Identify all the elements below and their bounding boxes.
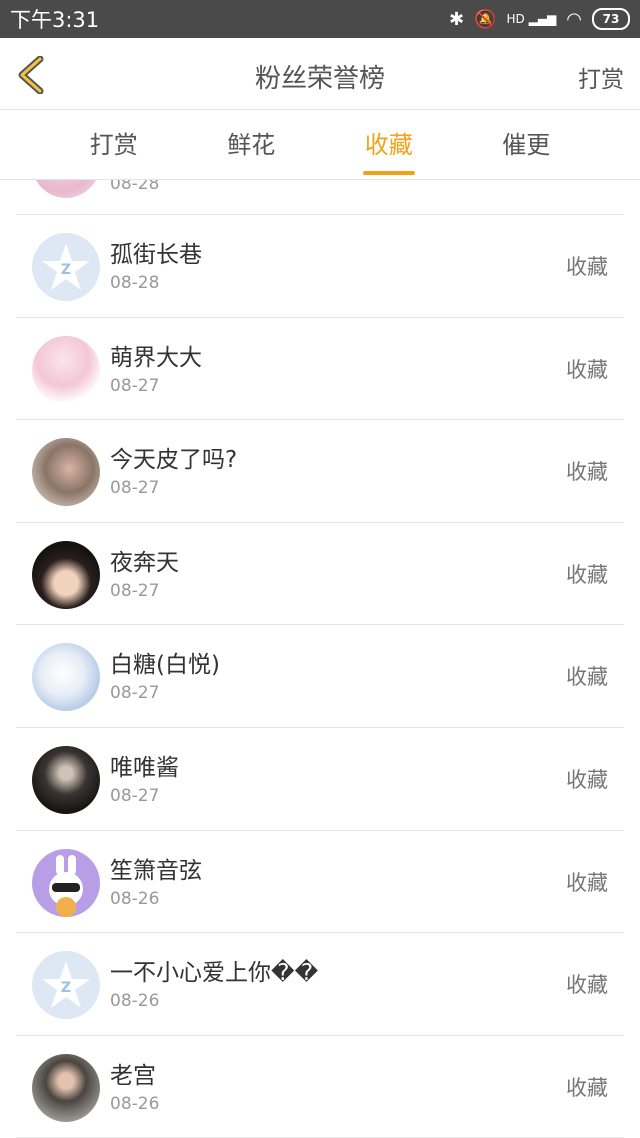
tab-flowers-label: 鲜花 bbox=[227, 131, 276, 159]
bunny-avatar-icon bbox=[49, 854, 83, 917]
tab-urge[interactable]: 催更 bbox=[458, 110, 596, 179]
list-item-date: 08-28 bbox=[110, 273, 160, 293]
avatar: Z bbox=[32, 233, 100, 301]
list-item-name: 孤街长巷 bbox=[110, 242, 202, 268]
list-item-name: 笙箫音弦 bbox=[110, 857, 202, 884]
list-item-name: 一不小心爱上你�� bbox=[110, 960, 319, 987]
avatar bbox=[32, 1053, 100, 1122]
list-item-date: 08-26 bbox=[110, 1093, 160, 1114]
tab-flowers[interactable]: 鲜花 bbox=[183, 110, 321, 179]
list-item[interactable]: 老宫 08-26 收藏 bbox=[16, 1036, 624, 1138]
list-item-date: 08-27 bbox=[110, 683, 160, 704]
tab-favorites-label: 收藏 bbox=[364, 131, 413, 159]
list-item-date: 08-26 bbox=[110, 888, 160, 909]
list-item[interactable]: 08-28 bbox=[16, 180, 624, 215]
list-item-action: 收藏 bbox=[566, 870, 608, 895]
top-navigation: 粉丝荣誉榜 打赏 bbox=[0, 38, 640, 110]
avatar bbox=[32, 540, 100, 609]
avatar bbox=[32, 745, 100, 814]
list-item-action: 收藏 bbox=[566, 973, 608, 998]
status-time: 下午3:31 bbox=[10, 8, 100, 32]
list-item-action: 收藏 bbox=[566, 255, 608, 279]
avatar bbox=[32, 438, 100, 507]
list-item-action: 收藏 bbox=[566, 1075, 608, 1100]
list-item-name: 唯唯酱 bbox=[110, 754, 179, 781]
list-item-date: 08-27 bbox=[110, 785, 160, 806]
avatar bbox=[32, 180, 100, 198]
list-item-action: 收藏 bbox=[566, 767, 608, 792]
list-item-action: 收藏 bbox=[566, 357, 608, 382]
avatar: Z bbox=[32, 951, 100, 1020]
fan-list: 08-28 Z 孤街长巷 08-28 收藏 萌界大大 08-27 收藏 今天皮了… bbox=[0, 180, 640, 1138]
list-item[interactable]: Z 孤街长巷 08-28 收藏 bbox=[16, 215, 624, 318]
list-item-action: 收藏 bbox=[566, 460, 608, 485]
default-avatar-icon: Z bbox=[42, 243, 90, 290]
list-item[interactable]: Z 一不小心爱上你�� 08-26 收藏 bbox=[16, 933, 624, 1036]
tab-tips-label: 打赏 bbox=[89, 131, 138, 159]
list-item[interactable]: 今天皮了吗? 08-27 收藏 bbox=[16, 420, 624, 523]
list-item-date: 08-28 bbox=[110, 180, 160, 194]
list-item[interactable]: 萌界大大 08-27 收藏 bbox=[16, 318, 624, 421]
list-item-name: 萌界大大 bbox=[110, 344, 202, 371]
tab-bar: 打赏 鲜花 收藏 催更 bbox=[0, 110, 640, 180]
list-item-name: 老宫 bbox=[110, 1062, 156, 1089]
list-item-action: 收藏 bbox=[566, 665, 608, 690]
avatar bbox=[32, 643, 100, 712]
list-item-date: 08-27 bbox=[110, 375, 160, 396]
svg-text:Z: Z bbox=[61, 980, 71, 996]
list-item-date: 08-27 bbox=[110, 580, 160, 601]
mute-icon: 🔕 bbox=[474, 8, 497, 30]
tab-tips[interactable]: 打赏 bbox=[45, 110, 183, 179]
list-item-date: 08-26 bbox=[110, 991, 160, 1012]
list-item-name: 今天皮了吗? bbox=[110, 447, 238, 474]
battery-level: 73 bbox=[602, 12, 620, 26]
avatar bbox=[32, 335, 100, 404]
bluetooth-icon: ✱ bbox=[449, 8, 465, 30]
wifi-icon: ◠ bbox=[566, 8, 582, 30]
battery-icon: 73 bbox=[592, 8, 630, 30]
status-bar: 下午3:31 ✱ 🔕 HD ▂▄▆ ◠ 73 bbox=[0, 0, 640, 38]
list-item[interactable]: 夜奔天 08-27 收藏 bbox=[16, 523, 624, 626]
list-item[interactable]: 唯唯酱 08-27 收藏 bbox=[16, 728, 624, 831]
svg-text:Z: Z bbox=[61, 262, 71, 278]
list-item[interactable]: 白糖(白悦) 08-27 收藏 bbox=[16, 625, 624, 728]
list-item-date: 08-27 bbox=[110, 478, 160, 499]
list-item-action: 收藏 bbox=[566, 562, 608, 587]
list-item-name: 白糖(白悦) bbox=[110, 652, 220, 679]
status-icons: ✱ 🔕 HD ▂▄▆ ◠ 73 bbox=[449, 8, 630, 30]
list-item[interactable]: 笙箫音弦 08-26 收藏 bbox=[16, 831, 624, 934]
tab-urge-label: 催更 bbox=[502, 131, 551, 159]
tip-button[interactable]: 打赏 bbox=[578, 60, 624, 94]
avatar bbox=[32, 848, 100, 917]
default-avatar-icon: Z bbox=[42, 961, 90, 1009]
signal-icon: HD ▂▄▆ bbox=[506, 12, 557, 26]
tab-indicator bbox=[362, 171, 415, 175]
list-item-name: 夜奔天 bbox=[110, 549, 179, 576]
tab-favorites[interactable]: 收藏 bbox=[320, 110, 458, 179]
page-title: 粉丝荣誉榜 bbox=[254, 64, 385, 94]
network-label: HD bbox=[506, 12, 525, 26]
